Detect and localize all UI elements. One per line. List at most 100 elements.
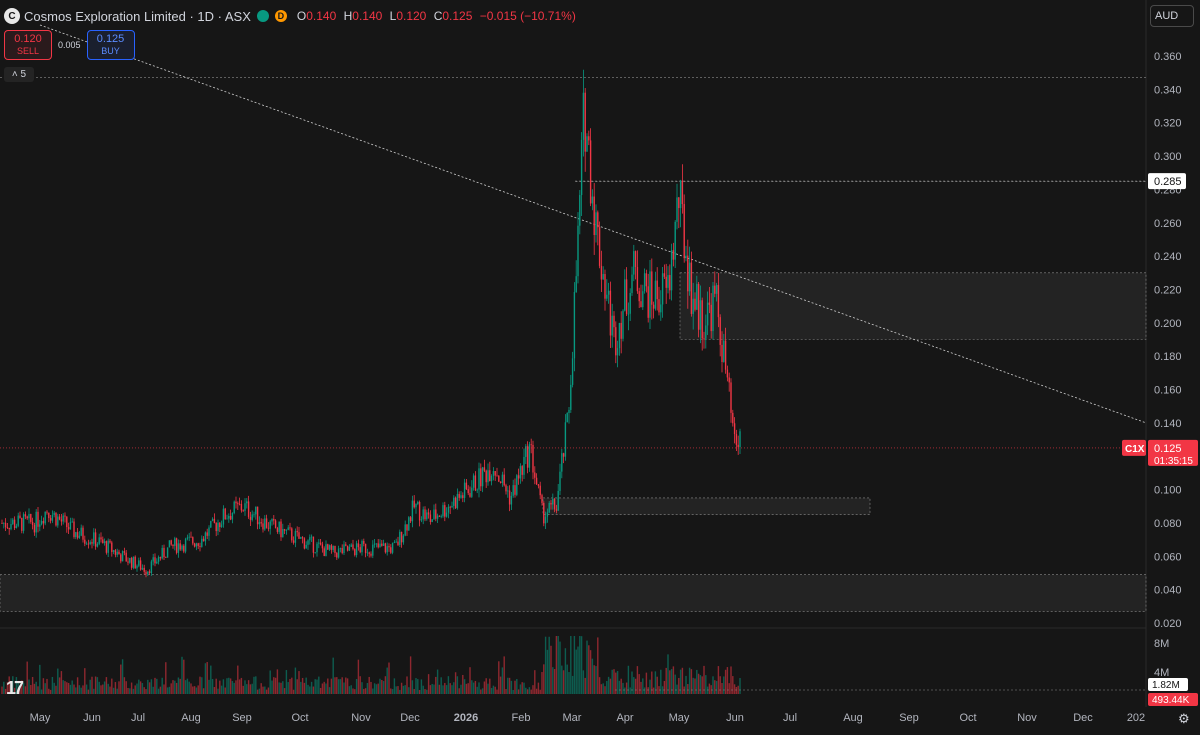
- volume-bar: [319, 687, 322, 694]
- symbol-title[interactable]: Cosmos Exploration Limited · 1D · ASX: [24, 9, 251, 24]
- high-key: H: [343, 9, 353, 23]
- volume-bar: [282, 681, 284, 694]
- candle-body: [84, 539, 86, 544]
- volume-bar: [426, 689, 428, 694]
- candle-body: [694, 298, 696, 310]
- volume-bar: [541, 672, 543, 694]
- candle-body: [219, 522, 221, 528]
- volume-bar: [413, 688, 415, 694]
- volume-bar: [114, 682, 117, 694]
- candle-body: [523, 456, 525, 475]
- volume-bar: [696, 669, 698, 694]
- volume-bar: [357, 659, 360, 694]
- volume-bar: [273, 677, 275, 694]
- candle-body: [148, 571, 151, 573]
- data-delay-icon[interactable]: D: [274, 10, 287, 22]
- sell-button[interactable]: 0.120 SELL: [4, 30, 52, 60]
- volume-bar: [159, 686, 162, 694]
- buy-button[interactable]: 0.125 BUY: [86, 30, 135, 60]
- chart-area[interactable]: 0.360 0.340 0.320 0.300 0.280 0.260 0.240 0.220…: [0, 0, 1200, 730]
- volume-bar: [345, 677, 347, 694]
- candle-body: [39, 524, 41, 527]
- candle-body: [485, 470, 487, 483]
- market-status-icon[interactable]: [256, 10, 269, 22]
- candle-body: [337, 548, 340, 558]
- y-tick-label: 0.040: [1154, 585, 1182, 597]
- volume-bar: [118, 681, 120, 694]
- volume-bar: [46, 678, 48, 694]
- candle-body: [435, 509, 437, 519]
- candle-body: [408, 517, 410, 531]
- candle-body: [562, 453, 565, 457]
- candle-body: [480, 468, 482, 487]
- volume-bar: [715, 680, 718, 694]
- volume-bar: [433, 684, 435, 694]
- volume-bar: [172, 680, 174, 694]
- volume-bar: [510, 680, 513, 694]
- company-logo-icon: C: [4, 8, 20, 24]
- candle-body: [206, 532, 208, 536]
- volume-bar: [625, 682, 628, 694]
- indicators-collapse-button[interactable]: ˄ 5: [4, 67, 34, 82]
- candle-body: [274, 520, 277, 528]
- tradingview-logo-icon[interactable]: 17: [6, 678, 24, 699]
- volume-bar: [609, 678, 612, 694]
- candle-body: [598, 227, 601, 266]
- x-tick-label: Aug: [181, 712, 201, 724]
- volume-bar: [406, 676, 408, 694]
- volume-bar: [415, 678, 417, 694]
- candle-body: [636, 267, 639, 292]
- volume-bar: [127, 687, 129, 694]
- support-resistance-zone: [574, 180, 1147, 182]
- candle-body: [503, 474, 505, 486]
- volume-bar: [87, 689, 90, 694]
- high-marker-label: 0.285: [1154, 176, 1182, 188]
- candle-body: [195, 543, 198, 547]
- volume-bar: [480, 689, 482, 694]
- volume-bar: [105, 677, 108, 694]
- volume-bar: [505, 689, 507, 694]
- volume-bar: [328, 687, 331, 694]
- candle-body: [53, 512, 55, 516]
- candle-body: [370, 553, 372, 556]
- candle-body: [193, 543, 196, 547]
- candle-body: [46, 511, 48, 513]
- candle-body: [208, 527, 210, 536]
- candle-body: [102, 539, 104, 544]
- volume-bar: [600, 684, 603, 694]
- buy-label: BUY: [101, 46, 120, 56]
- y-tick-label: 0.360: [1154, 51, 1182, 63]
- volume-bar: [694, 678, 696, 694]
- volume-bar: [44, 683, 46, 694]
- volume-bar: [1, 686, 3, 694]
- candle-body: [445, 512, 448, 517]
- volume-bar: [204, 663, 207, 694]
- volume-bar: [208, 679, 210, 694]
- candle-body: [714, 285, 716, 294]
- volume-bar: [546, 649, 549, 694]
- candle-body: [582, 92, 585, 140]
- volume-bar: [490, 687, 493, 694]
- volume-bar: [431, 683, 433, 694]
- sell-price: 0.120: [14, 33, 42, 45]
- volume-bar: [55, 685, 57, 694]
- candle-body: [159, 557, 162, 559]
- volume-last-label: 1.82M: [1152, 680, 1180, 691]
- candle-body: [672, 250, 675, 260]
- volume-bar: [197, 685, 199, 694]
- volume-bar: [31, 676, 34, 694]
- volume-bar: [28, 679, 30, 694]
- gear-icon[interactable]: ⚙: [1178, 711, 1190, 727]
- price-chart[interactable]: 0.3600.3400.3200.3000.2800.2600.2400.220…: [0, 0, 1200, 730]
- candle-body: [71, 521, 73, 523]
- candle-body: [184, 538, 187, 552]
- volume-bar: [631, 671, 633, 694]
- volume-bar: [710, 685, 712, 694]
- volume-bar: [381, 679, 383, 694]
- currency-selector[interactable]: AUD: [1150, 5, 1194, 27]
- candle-body: [305, 544, 307, 549]
- candle-body: [15, 525, 18, 529]
- volume-bar: [699, 675, 702, 694]
- candle-body: [543, 502, 545, 524]
- candle-body: [595, 212, 597, 236]
